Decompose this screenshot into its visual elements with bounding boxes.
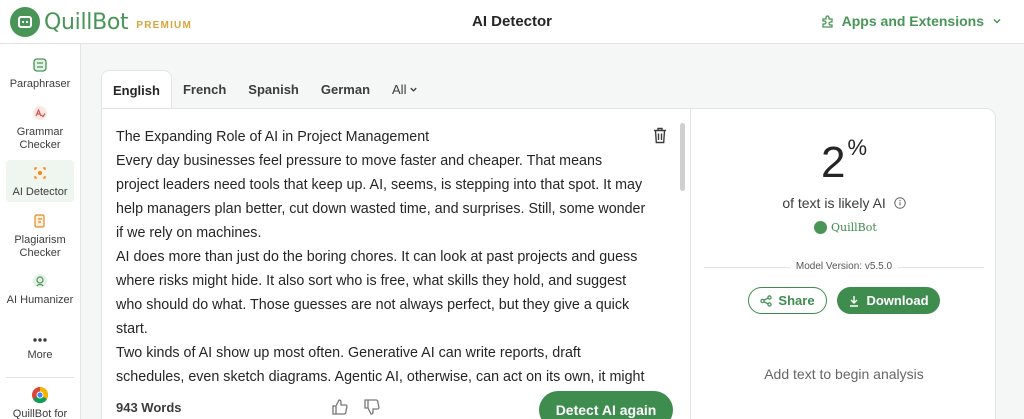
- sidebar-item-plagiarism-checker[interactable]: Plagiarism Checker: [6, 212, 74, 260]
- quillbot-mark-icon: [814, 221, 827, 234]
- detect-ai-button[interactable]: Detect AI again: [539, 391, 673, 419]
- sidebar-item-ai-detector[interactable]: AI Detector: [6, 160, 74, 202]
- quillbot-watermark: QuillBot: [814, 221, 877, 234]
- tab-german[interactable]: German: [310, 70, 381, 108]
- sidebar-label-ai-humanizer: AI Humanizer: [6, 294, 74, 306]
- quillbot-logo-icon: [10, 7, 40, 37]
- brand-name: QuillBot: [44, 9, 129, 35]
- more-dots-icon: [31, 334, 49, 346]
- paraphraser-icon: [31, 56, 49, 74]
- tab-all-label: All: [392, 81, 407, 97]
- sidebar-item-more[interactable]: More: [6, 334, 74, 362]
- editor-paragraph: Two kinds of AI show up most often. Gene…: [116, 345, 645, 385]
- thumbs-down-icon[interactable]: [363, 398, 383, 418]
- quillbot-logo[interactable]: QuillBot PREMIUM: [10, 7, 192, 37]
- plagiarism-checker-icon: [31, 212, 49, 230]
- sidebar-item-quillbot-for-chrome[interactable]: QuillBot for: [6, 386, 74, 419]
- ai-likelihood-text: of text is likely AI: [782, 195, 886, 211]
- detector-card: The Expanding Role of AI in Project Mana…: [101, 108, 996, 419]
- percent-sign: %: [847, 135, 868, 160]
- ai-percentage: 2%: [102, 135, 997, 188]
- sidebar-label-paraphraser: Paraphraser: [9, 78, 71, 90]
- download-button[interactable]: Download: [837, 287, 940, 314]
- grammar-checker-icon: [31, 104, 49, 122]
- ai-likelihood-label: of text is likely AI: [691, 195, 997, 212]
- tab-all-languages[interactable]: All: [381, 70, 429, 108]
- sidebar-item-ai-humanizer[interactable]: AI Humanizer: [6, 272, 74, 307]
- apps-and-extensions-button[interactable]: Apps and Extensions: [821, 13, 1002, 29]
- apps-label: Apps and Extensions: [841, 13, 984, 29]
- share-label: Share: [778, 293, 815, 308]
- premium-badge: PREMIUM: [136, 20, 193, 31]
- sidebar-item-grammar-checker[interactable]: Grammar Checker: [6, 104, 74, 152]
- sidebar-label-more: More: [27, 349, 53, 361]
- ai-percentage-value: 2: [820, 138, 846, 187]
- editor-paragraph: AI does more than just do the boring cho…: [116, 249, 638, 337]
- analysis-hint: Add text to begin analysis: [764, 366, 924, 382]
- word-count: 943 Words: [116, 400, 182, 415]
- quillbot-mark-text: QuillBot: [831, 221, 877, 234]
- ai-detector-icon: [31, 164, 49, 182]
- chrome-icon: [31, 386, 49, 404]
- download-icon: [848, 295, 860, 307]
- sidebar-item-paraphraser[interactable]: Paraphraser: [6, 56, 74, 91]
- puzzle-icon: [821, 14, 835, 28]
- tab-spanish[interactable]: Spanish: [237, 70, 310, 108]
- ai-humanizer-icon: [31, 272, 49, 290]
- thumbs-up-icon[interactable]: [331, 398, 351, 418]
- chevron-down-icon: [992, 16, 1002, 26]
- language-tabs: English French Spanish German All: [101, 70, 429, 109]
- share-button[interactable]: Share: [748, 287, 827, 314]
- model-version: Model Version: v5.5.0: [691, 261, 997, 272]
- info-icon[interactable]: [893, 196, 906, 212]
- download-label: Download: [866, 293, 929, 308]
- chevron-down-icon: [409, 85, 418, 94]
- sidebar-divider: [6, 377, 74, 378]
- sidebar-label-ai-detector: AI Detector: [12, 186, 68, 198]
- model-version-text: Model Version: v5.5.0: [789, 261, 899, 272]
- tab-english[interactable]: English: [101, 70, 172, 109]
- tools-sidebar: Paraphraser Grammar Checker AI Detector …: [0, 44, 81, 419]
- sidebar-label-quillbot-for: QuillBot for: [12, 408, 68, 419]
- sidebar-label-grammar-checker: Grammar Checker: [16, 126, 64, 151]
- tab-french[interactable]: French: [172, 70, 237, 108]
- sidebar-label-plagiarism-checker: Plagiarism Checker: [14, 234, 66, 259]
- share-icon: [760, 294, 773, 307]
- top-header: QuillBot PREMIUM AI Detector Apps and Ex…: [0, 0, 1024, 44]
